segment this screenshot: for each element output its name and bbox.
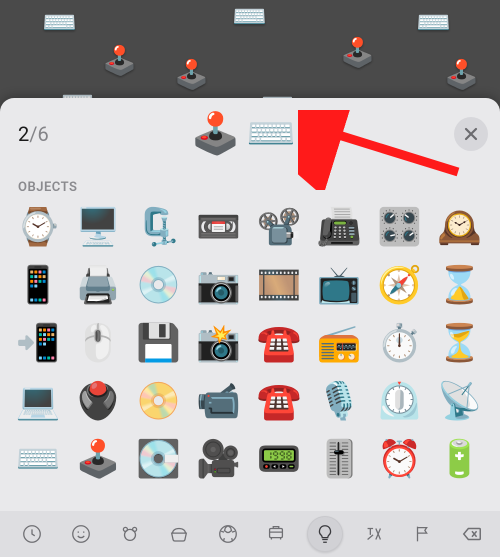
counter: 2/6: [18, 122, 49, 146]
emoji-cell[interactable]: ⏱️: [376, 319, 424, 367]
text-caret: [302, 110, 304, 158]
emoji-cell[interactable]: 💽: [135, 435, 183, 483]
emoji-cell[interactable]: 📸: [195, 319, 243, 367]
counter-sep: /: [29, 122, 37, 146]
emoji-cell[interactable]: 📺: [315, 261, 363, 309]
emoji-cell[interactable]: ⏳: [436, 319, 484, 367]
lightbulb-icon: [314, 523, 336, 545]
delete-icon: [461, 523, 483, 545]
smiley-icon: [70, 523, 92, 545]
emoji-cell[interactable]: 🖱️: [74, 319, 122, 367]
clock-icon: [21, 523, 43, 545]
emoji-cell[interactable]: 🕰️: [436, 203, 484, 251]
emoji-cell[interactable]: 🎥: [195, 435, 243, 483]
emoji-cell[interactable]: 🖲️: [74, 377, 122, 425]
bg-emoji: 🕹️: [102, 44, 137, 77]
emoji-cell[interactable]: ⌨️: [14, 435, 62, 483]
emoji-cell[interactable]: ⏲️: [376, 377, 424, 425]
emoji-cell[interactable]: ⏰: [376, 435, 424, 483]
emoji-cell[interactable]: 🗜️: [135, 203, 183, 251]
animal-icon: [119, 523, 141, 545]
category-symbols[interactable]: [356, 516, 392, 552]
emoji-cell[interactable]: 🎛️: [376, 203, 424, 251]
emoji-cell[interactable]: 🎙️: [315, 377, 363, 425]
category-bar: [0, 511, 500, 557]
bg-emoji: ⌨️: [416, 6, 451, 39]
category-animals[interactable]: [112, 516, 148, 552]
section-label: OBJECTS: [0, 166, 500, 199]
category-activity[interactable]: [210, 516, 246, 552]
emoji-cell[interactable]: 📱: [14, 261, 62, 309]
bg-emoji: 🕹️: [340, 36, 375, 69]
emoji-cell[interactable]: 📡: [436, 377, 484, 425]
emoji-cell[interactable]: 📀: [135, 377, 183, 425]
emoji-cell[interactable]: 🎞️: [255, 261, 303, 309]
emoji-cell[interactable]: 📠: [315, 203, 363, 251]
category-objects[interactable]: [307, 516, 343, 552]
emoji-cell[interactable]: 📲: [14, 319, 62, 367]
category-flags[interactable]: [405, 516, 441, 552]
close-icon: [464, 127, 478, 141]
counter-current: 2: [18, 122, 29, 146]
bg-emoji: 🕹️: [174, 58, 209, 91]
emoji-cell[interactable]: 🎚️: [315, 435, 363, 483]
emoji-cell[interactable]: 📽️: [255, 203, 303, 251]
emoji-cell[interactable]: 💾: [135, 319, 183, 367]
emoji-grid: ⌚🖥️ 🗜️📼📽️📠 🎛️🕰️ 📱🖨️ 💿📷🎞️📺 🧭⌛ 📲🖱️ 💾📸☎️📻 ⏱️⏳ 💻🖲️ 📀📹☎…: [14, 203, 486, 483]
emoji-cell[interactable]: 🖥️: [74, 203, 122, 251]
emoji-cell[interactable]: ⌚: [14, 203, 62, 251]
bg-emoji: ⌨️: [232, 0, 267, 33]
composed-input[interactable]: 🕹️ ⌨️: [49, 110, 446, 158]
activity-icon: [217, 523, 239, 545]
emoji-cell[interactable]: 🧭: [376, 261, 424, 309]
composed-emoji-2: ⌨️: [246, 114, 296, 154]
emoji-grid-wrap: ⌚🖥️ 🗜️📼📽️📠 🎛️🕰️ 📱🖨️ 💿📷🎞️📺 🧭⌛ 📲🖱️ 💾📸☎️📻 ⏱️⏳ 💻🖲️ 📀📹☎…: [0, 199, 500, 511]
emoji-cell[interactable]: 🖨️: [74, 261, 122, 309]
close-button[interactable]: [454, 117, 488, 151]
bg-emoji: ⌨️: [42, 6, 77, 39]
category-food[interactable]: [161, 516, 197, 552]
emoji-cell[interactable]: ⌛: [436, 261, 484, 309]
food-icon: [168, 523, 190, 545]
emoji-cell[interactable]: 📻: [315, 319, 363, 367]
category-delete[interactable]: [454, 516, 490, 552]
category-travel[interactable]: [258, 516, 294, 552]
emoji-cell[interactable]: 📼: [195, 203, 243, 251]
emoji-cell[interactable]: 📷: [195, 261, 243, 309]
input-row: 2/6 🕹️ ⌨️: [0, 98, 500, 166]
counter-total: 6: [38, 122, 49, 146]
emoji-cell[interactable]: 🕹️: [74, 435, 122, 483]
composed-emoji-1: 🕹️: [191, 114, 241, 154]
emoji-cell[interactable]: ☎️: [255, 319, 303, 367]
emoji-cell[interactable]: 📟: [255, 435, 303, 483]
category-smileys[interactable]: [63, 516, 99, 552]
emoji-cell[interactable]: ☎️: [255, 377, 303, 425]
emoji-cell[interactable]: 🔋: [436, 435, 484, 483]
emoji-keyboard-sheet: 2/6 🕹️ ⌨️ OBJECTS ⌚🖥️ 🗜️📼📽️📠 🎛️🕰️ 📱🖨️ 💿📷🎞️📺 🧭…: [0, 98, 500, 557]
emoji-cell[interactable]: 💻: [14, 377, 62, 425]
emoji-cell[interactable]: 📹: [195, 377, 243, 425]
flag-icon: [412, 523, 434, 545]
travel-icon: [265, 523, 287, 545]
emoji-cell[interactable]: 💿: [135, 261, 183, 309]
bg-emoji: 🕹️: [444, 58, 479, 91]
symbols-icon: [363, 523, 385, 545]
category-recent[interactable]: [14, 516, 50, 552]
